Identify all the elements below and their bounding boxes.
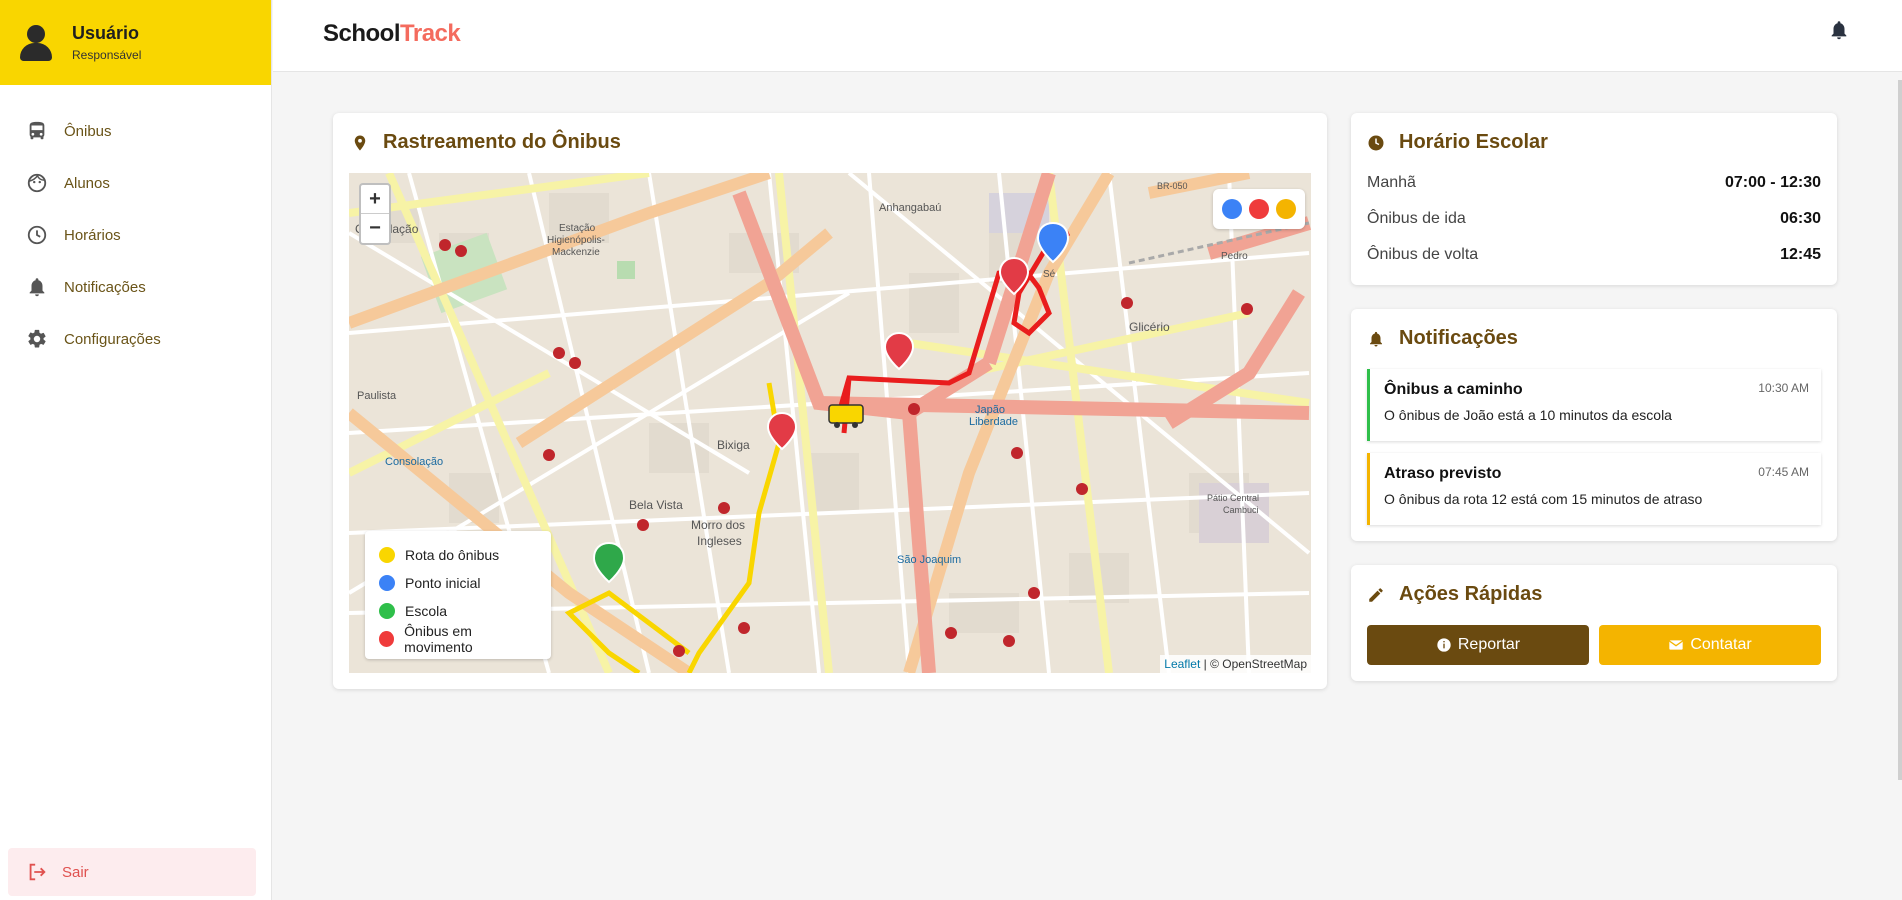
avatar [20,23,52,63]
mail-icon [1669,640,1684,650]
bell-icon [29,278,45,297]
svg-text:Pedro: Pedro [1221,251,1248,262]
schedule-row: Manhã 07:00 - 12:30 [1367,174,1821,191]
svg-text:Higienópolis-: Higienópolis- [547,235,605,246]
svg-text:BR-050: BR-050 [1157,181,1188,191]
leaflet-link[interactable]: Leaflet [1164,657,1200,671]
bus-tracking-title: Rastreamento do Ônibus [351,131,621,154]
sidebar-nav: Ônibus Alunos Horários Notificações Conf… [0,105,271,365]
svg-text:Anhangabaú: Anhangabaú [879,202,941,214]
svg-text:Consolação: Consolação [385,456,443,468]
map-view[interactable]: Consolação Estação Higienópolis- Mackenz… [349,173,1311,673]
clock-icon [27,225,47,245]
sidebar: Usuário Responsável Ônibus Alunos Horári… [0,0,272,900]
map-attribution: Leaflet | © OpenStreetMap [1160,655,1311,673]
notifications-card: Notificações Ônibus a caminho O ônibus d… [1351,309,1837,541]
route-color-filter [1213,189,1305,229]
notification-item[interactable]: Atraso previsto O ônibus da rota 12 está… [1367,453,1821,525]
zoom-in-button[interactable]: + [361,185,389,214]
svg-text:Morro dos: Morro dos [691,518,745,532]
sidebar-item-horarios[interactable]: Horários [0,209,271,261]
brand-logo[interactable]: SchoolTrack [323,20,461,48]
quick-actions-title: Ações Rápidas [1367,583,1542,606]
bus-icon [29,121,45,140]
svg-text:Glicério: Glicério [1129,320,1170,334]
card-title-text: Rastreamento do Ônibus [383,131,621,153]
user-name: Usuário [72,23,140,43]
clock-icon [1368,135,1384,150]
top-header: SchoolTrack [273,0,1902,72]
user-box: Usuário Responsável [0,0,271,85]
school-schedule-card: Horário Escolar Manhã 07:00 - 12:30 Ônibu… [1351,113,1837,285]
quick-actions-card: Ações Rápidas Reportar Contatar [1351,565,1837,681]
logout-icon [29,863,46,881]
brand-part2: Track [400,20,461,47]
svg-text:Bela Vista: Bela Vista [629,498,683,512]
info-icon [1437,638,1451,652]
sidebar-item-notificacoes[interactable]: Notificações [0,261,271,313]
location-pin-icon [354,135,366,150]
sidebar-item-label: Ônibus [64,122,112,140]
legend-item: Ponto inicial [379,569,537,597]
svg-text:Estação: Estação [559,223,596,234]
svg-text:Bixiga: Bixiga [717,438,750,452]
zoom-out-button[interactable]: − [361,214,389,243]
blue-dot[interactable] [1222,199,1243,219]
logout-label: Sair [62,863,89,881]
svg-text:Ingleses: Ingleses [697,534,742,548]
schedule-row: Ônibus de volta 12:45 [1367,246,1821,263]
sidebar-item-label: Notificações [64,278,146,296]
svg-text:Mackenzie: Mackenzie [552,247,600,258]
sidebar-item-label: Alunos [64,174,110,192]
pencil-icon [1369,587,1383,602]
user-role: Responsável [72,48,142,62]
svg-text:Paulista: Paulista [357,390,397,402]
bell-icon[interactable] [1828,18,1850,42]
map-legend: Rota do ônibus Ponto inicial Escola Ônib… [365,531,551,659]
logout-button[interactable]: Sair [8,848,256,896]
sidebar-item-label: Configurações [64,330,161,348]
svg-text:São Joaquim: São Joaquim [897,554,961,566]
notifications-title: Notificações [1367,327,1518,350]
legend-item: Escola [379,597,537,625]
gear-icon [28,329,46,348]
yellow-dot[interactable] [1275,199,1296,219]
sidebar-item-label: Horários [64,226,121,244]
legend-item: Ônibus em movimento [379,623,537,655]
face-icon [27,173,47,193]
bus-tracking-card: Rastreamento do Ônibus Estação Higienópo… [333,113,1327,689]
page-scrollbar[interactable] [1898,80,1902,780]
brand-part1: School [323,20,401,47]
legend-item: Rota do ônibus [379,541,537,569]
bell-icon [1370,331,1382,346]
svg-text:Cambuci: Cambuci [1223,505,1259,515]
sidebar-item-configuracoes[interactable]: Configurações [0,313,271,365]
svg-text:Pátio Central: Pátio Central [1207,493,1259,503]
sidebar-item-alunos[interactable]: Alunos [0,157,271,209]
schedule-title: Horário Escolar [1367,131,1548,154]
zoom-control: + − [359,183,391,245]
report-button[interactable]: Reportar [1367,625,1589,665]
svg-text:Sé: Sé [1043,269,1056,280]
contact-button[interactable]: Contatar [1599,625,1821,665]
svg-text:Liberdade: Liberdade [969,416,1018,428]
svg-text:Japão: Japão [975,404,1005,416]
schedule-row: Ônibus de ida 06:30 [1367,210,1821,227]
sidebar-item-onibus[interactable]: Ônibus [0,105,271,157]
notification-item[interactable]: Ônibus a caminho O ônibus de João está a… [1367,369,1821,441]
red-dot[interactable] [1248,199,1269,219]
